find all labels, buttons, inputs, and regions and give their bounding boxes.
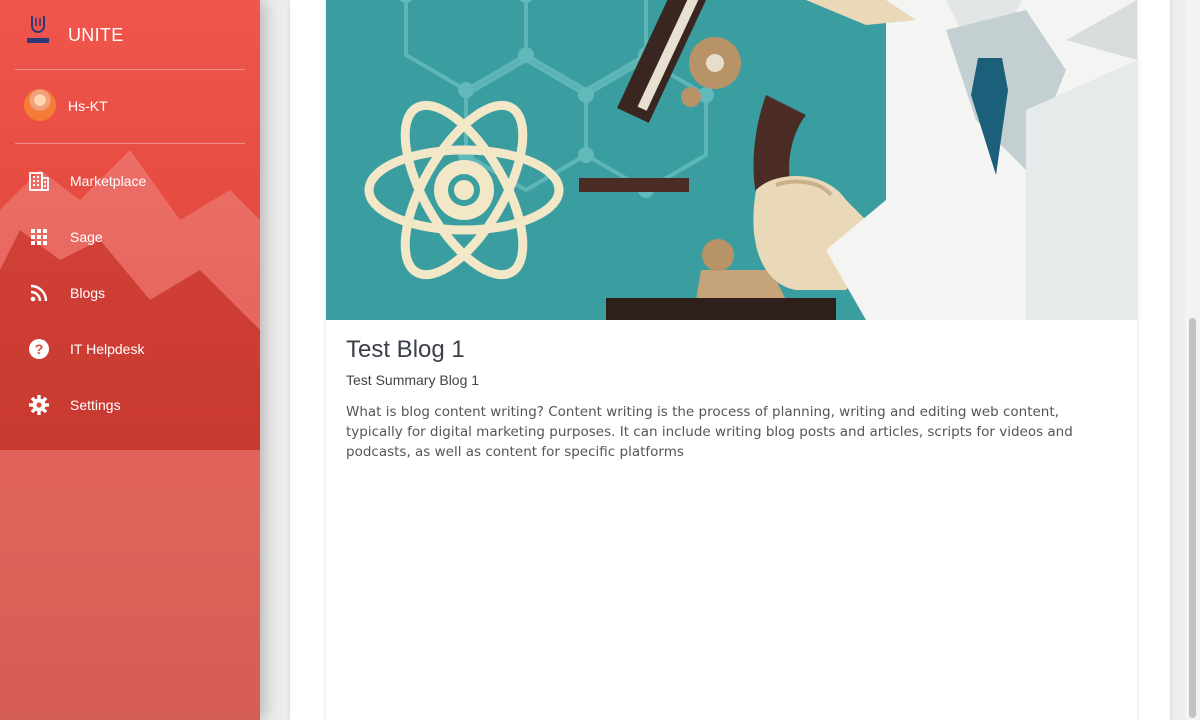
sidebar-item-label: Sage xyxy=(70,229,103,245)
apps-grid-icon xyxy=(31,229,47,245)
sidebar: UNITE Hs-KT Marketplace Sage Blogs ? IT … xyxy=(0,0,260,720)
blog-card: Test Blog 1 Test Summary Blog 1 What is … xyxy=(325,0,1138,720)
user-profile[interactable]: Hs-KT xyxy=(15,70,245,144)
user-name: Hs-KT xyxy=(68,98,108,114)
building-icon xyxy=(29,172,49,191)
scrollbar-thumb[interactable] xyxy=(1189,318,1196,718)
sidebar-item-it-helpdesk[interactable]: ? IT Helpdesk xyxy=(15,321,245,377)
sidebar-item-label: Settings xyxy=(70,397,121,413)
sidebar-item-label: Blogs xyxy=(70,285,106,301)
sidebar-item-blogs[interactable]: Blogs xyxy=(15,265,245,321)
rss-icon xyxy=(30,284,48,302)
blog-body: What is blog content writing? Content wr… xyxy=(346,404,1073,460)
sidebar-item-label: IT Helpdesk xyxy=(70,341,145,357)
sidebar-item-marketplace[interactable]: Marketplace xyxy=(15,153,245,209)
help-circle-icon: ? xyxy=(29,339,49,359)
blog-title: Test Blog 1 xyxy=(346,336,465,363)
svg-text:?: ? xyxy=(35,341,44,357)
sidebar-item-sage[interactable]: Sage xyxy=(15,209,245,265)
blog-cover-image xyxy=(326,0,1137,320)
science-microscope-illustration xyxy=(326,0,1137,320)
gear-icon xyxy=(29,395,49,415)
main-content: Test Blog 1 Test Summary Blog 1 What is … xyxy=(290,0,1170,720)
sidebar-nav: Marketplace Sage Blogs ? IT Helpdesk Set… xyxy=(15,153,245,433)
brand-name: UNITE xyxy=(68,25,124,45)
page-scrollbar[interactable] xyxy=(1185,0,1200,720)
unite-logo-icon xyxy=(27,16,49,43)
avatar xyxy=(24,89,56,121)
blog-summary: Test Summary Blog 1 xyxy=(346,372,480,388)
brand-header[interactable]: UNITE xyxy=(15,0,245,70)
sidebar-item-label: Marketplace xyxy=(70,173,147,189)
sidebar-item-settings[interactable]: Settings xyxy=(15,377,245,433)
